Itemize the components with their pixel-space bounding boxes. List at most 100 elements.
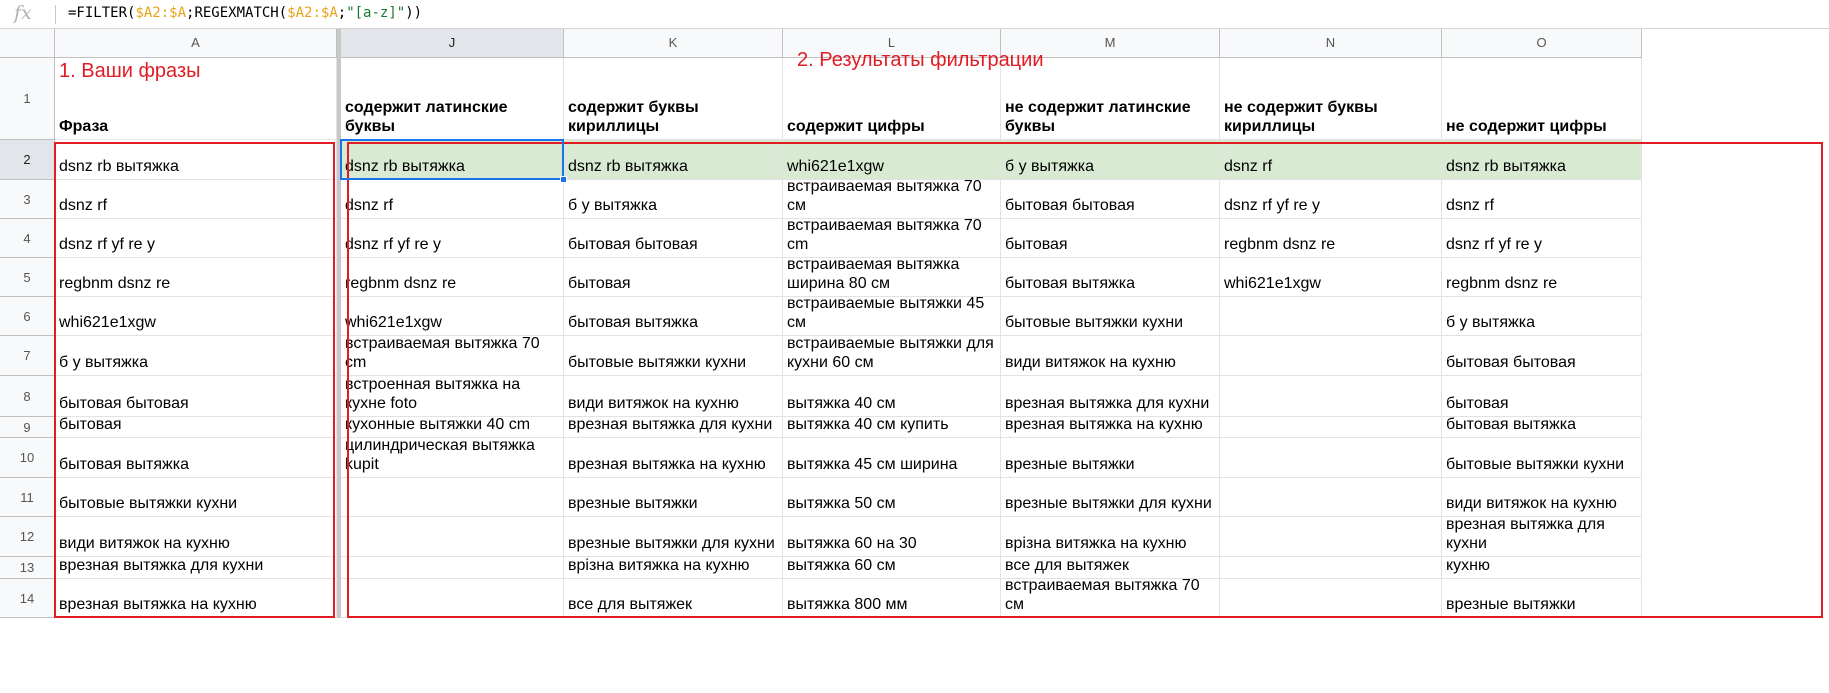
cell-a[interactable]: врезная вытяжка для кухни xyxy=(55,557,337,579)
cell-a[interactable]: whi621e1xgw xyxy=(55,297,337,336)
cell-j[interactable]: dsnz rf yf re y xyxy=(341,219,564,258)
cell-a[interactable]: врезная вытяжка на кухню xyxy=(55,579,337,618)
cell-n[interactable]: dsnz rf yf re y xyxy=(1220,180,1442,219)
cell-m[interactable]: види витяжок на кухню xyxy=(1001,336,1220,376)
cell-m[interactable]: встраиваемая вытяжка 70 см xyxy=(1001,579,1220,618)
fill-handle[interactable] xyxy=(560,176,567,183)
cell-k[interactable]: врезная вытяжка для кухни xyxy=(564,417,783,438)
cell-m[interactable]: б у вытяжка xyxy=(1001,140,1220,180)
cell-m[interactable]: врезная вытяжка на кухню xyxy=(1001,417,1220,438)
row-header[interactable]: 6 xyxy=(0,297,55,336)
cell-a[interactable]: б у вытяжка xyxy=(55,336,337,376)
cell-o[interactable]: б у вытяжка xyxy=(1442,297,1642,336)
cell-m[interactable]: врізна витяжка на кухню xyxy=(1001,517,1220,557)
cell-a[interactable]: бытовая вытяжка xyxy=(55,438,337,478)
cell-k[interactable]: бытовая вытяжка xyxy=(564,297,783,336)
cell-k[interactable]: врезная вытяжка на кухню xyxy=(564,438,783,478)
row-header[interactable]: 10 xyxy=(0,438,55,478)
cell-j[interactable]: встроенная вытяжка на кухне foto xyxy=(341,376,564,417)
cell-o[interactable]: dsnz rb вытяжка xyxy=(1442,140,1642,180)
cell-k[interactable]: бытовые вытяжки кухни xyxy=(564,336,783,376)
cell-k[interactable]: бытовая xyxy=(564,258,783,297)
formula-input[interactable]: =FILTER($A2:$A;REGEXMATCH($A2:$A;"[a-z]"… xyxy=(68,5,422,21)
cell-j[interactable]: dsnz rb вытяжка xyxy=(341,140,564,180)
cell-o[interactable]: dsnz rf yf re y xyxy=(1442,219,1642,258)
cell-j[interactable]: dsnz rf xyxy=(341,180,564,219)
cell-k[interactable]: dsnz rb вытяжка xyxy=(564,140,783,180)
row-header[interactable]: 5 xyxy=(0,258,55,297)
cell-n[interactable]: dsnz rf xyxy=(1220,140,1442,180)
cell-j[interactable]: whi621e1xgw xyxy=(341,297,564,336)
cell-o[interactable]: бытовая xyxy=(1442,376,1642,417)
row-header[interactable]: 1 xyxy=(0,58,55,140)
cell-j[interactable] xyxy=(341,557,564,579)
cell-l[interactable]: встраиваемая вытяжка ширина 80 см xyxy=(783,258,1001,297)
cell-o[interactable]: види витяжок на кухню xyxy=(1442,478,1642,517)
cell-l[interactable]: встраиваемая вытяжка 70 см xyxy=(783,180,1001,219)
cell-k[interactable]: врізна витяжка на кухню xyxy=(564,557,783,579)
cell-m[interactable]: врезная вытяжка для кухни xyxy=(1001,376,1220,417)
cell-o[interactable]: regbnm dsnz re xyxy=(1442,258,1642,297)
header-cell-n[interactable]: не содержит буквы кириллицы xyxy=(1220,58,1442,140)
row-header[interactable]: 4 xyxy=(0,219,55,258)
cell-k[interactable]: бытовая бытовая xyxy=(564,219,783,258)
cell-o[interactable]: dsnz rf xyxy=(1442,180,1642,219)
row-header[interactable]: 7 xyxy=(0,336,55,376)
cell-l[interactable]: вытяжка 800 мм xyxy=(783,579,1001,618)
cell-a[interactable]: dsnz rf yf re y xyxy=(55,219,337,258)
cell-m[interactable]: бытовая бытовая xyxy=(1001,180,1220,219)
cell-m[interactable]: врезные вытяжки xyxy=(1001,438,1220,478)
cell-n[interactable] xyxy=(1220,557,1442,579)
cell-n[interactable] xyxy=(1220,297,1442,336)
cell-o[interactable]: бытовая вытяжка xyxy=(1442,417,1642,438)
cell-m[interactable]: бытовые вытяжки кухни xyxy=(1001,297,1220,336)
cell-n[interactable] xyxy=(1220,417,1442,438)
cell-a[interactable]: dsnz rf xyxy=(55,180,337,219)
row-header[interactable]: 11 xyxy=(0,478,55,517)
cell-m[interactable]: бытовая вытяжка xyxy=(1001,258,1220,297)
cell-j[interactable] xyxy=(341,579,564,618)
row-header[interactable]: 9 xyxy=(0,417,55,438)
cell-j[interactable] xyxy=(341,517,564,557)
row-header[interactable]: 14 xyxy=(0,579,55,618)
cell-n[interactable] xyxy=(1220,517,1442,557)
cell-l[interactable]: whi621e1xgw xyxy=(783,140,1001,180)
cell-n[interactable]: regbnm dsnz re xyxy=(1220,219,1442,258)
cell-m[interactable]: все для вытяжек xyxy=(1001,557,1220,579)
cell-n[interactable] xyxy=(1220,336,1442,376)
header-cell-o[interactable]: не содержит цифры xyxy=(1442,58,1642,140)
row-header[interactable]: 3 xyxy=(0,180,55,219)
cell-l[interactable]: встраиваемые вытяжки для кухни 60 см xyxy=(783,336,1001,376)
cell-n[interactable] xyxy=(1220,438,1442,478)
row-header[interactable]: 12 xyxy=(0,517,55,557)
cell-l[interactable]: вытяжка 40 см купить xyxy=(783,417,1001,438)
cell-l[interactable]: вытяжка 40 см xyxy=(783,376,1001,417)
select-all-corner[interactable] xyxy=(0,29,55,58)
row-header[interactable]: 2 xyxy=(0,140,55,180)
cell-j[interactable]: встраиваемая вытяжка 70 cm xyxy=(341,336,564,376)
cell-l[interactable]: встраиваемая вытяжка 70 cm xyxy=(783,219,1001,258)
cell-l[interactable]: встраиваемые вытяжки 45 см xyxy=(783,297,1001,336)
cell-a[interactable]: бытовая бытовая xyxy=(55,376,337,417)
row-header[interactable]: 13 xyxy=(0,557,55,579)
cell-j[interactable]: цилиндрическая вытяжка kupit xyxy=(341,438,564,478)
column-header-j[interactable]: J xyxy=(341,29,564,58)
cell-k[interactable]: врезные вытяжки для кухни xyxy=(564,517,783,557)
cell-l[interactable]: вытяжка 60 см xyxy=(783,557,1001,579)
cell-n[interactable] xyxy=(1220,376,1442,417)
column-header-k[interactable]: K xyxy=(564,29,783,58)
cell-m[interactable]: бытовая xyxy=(1001,219,1220,258)
cell-o[interactable]: врезная вытяжка для кухни xyxy=(1442,517,1642,557)
cell-a[interactable]: regbnm dsnz re xyxy=(55,258,337,297)
cell-l[interactable]: вытяжка 45 см ширина xyxy=(783,438,1001,478)
cell-n[interactable]: whi621e1xgw xyxy=(1220,258,1442,297)
cell-a[interactable]: бытовая xyxy=(55,417,337,438)
cell-m[interactable]: врезные вытяжки для кухни xyxy=(1001,478,1220,517)
row-header[interactable]: 8 xyxy=(0,376,55,417)
cell-k[interactable]: види витяжок на кухню xyxy=(564,376,783,417)
cell-a[interactable]: dsnz rb вытяжка xyxy=(55,140,337,180)
cell-j[interactable]: regbnm dsnz re xyxy=(341,258,564,297)
cell-n[interactable] xyxy=(1220,579,1442,618)
cell-n[interactable] xyxy=(1220,478,1442,517)
cell-j[interactable]: кухонные вытяжки 40 cm xyxy=(341,417,564,438)
